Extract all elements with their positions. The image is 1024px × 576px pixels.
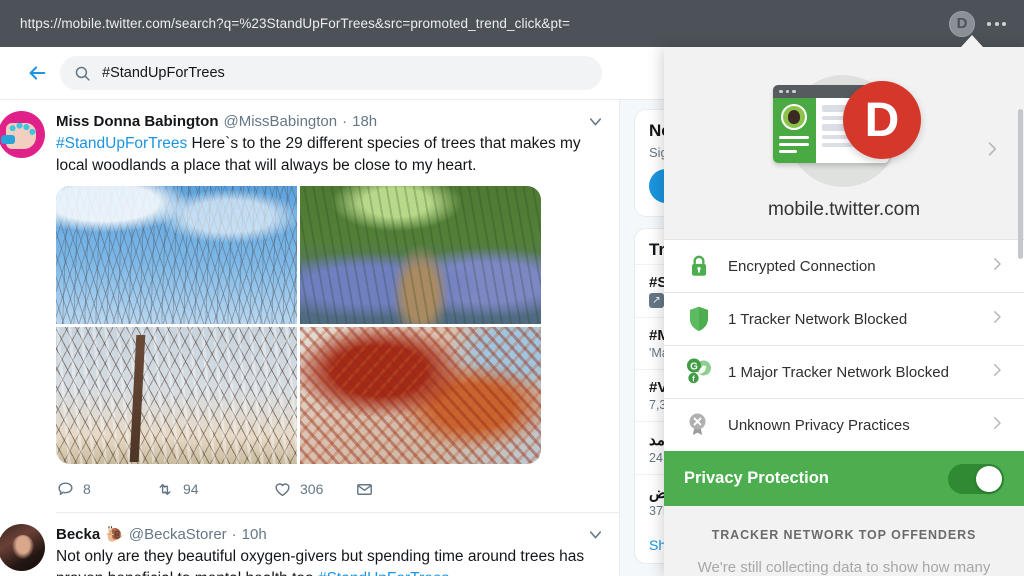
tweet-timestamp[interactable]: 18h bbox=[352, 111, 377, 132]
row-tracker-networks-blocked[interactable]: 1 Tracker Network Blocked bbox=[664, 292, 1024, 345]
author-handle[interactable]: @MissBabington bbox=[224, 111, 338, 132]
grey-award-x-icon bbox=[684, 410, 714, 440]
major-tracker-networks-icon: G f bbox=[684, 357, 714, 387]
search-input[interactable]: #StandUpForTrees bbox=[60, 56, 602, 90]
row-major-tracker-networks-blocked[interactable]: G f 1 Major Tracker Network Blocked bbox=[664, 345, 1024, 398]
heart-icon bbox=[275, 482, 290, 496]
dax-logo-icon: D bbox=[843, 81, 921, 159]
chevron-down-icon[interactable] bbox=[586, 112, 605, 136]
retweet-button[interactable]: 94 bbox=[155, 480, 273, 499]
avatar[interactable] bbox=[0, 111, 45, 158]
tweet-hashtag[interactable]: #StandUpForTrees bbox=[56, 135, 187, 152]
tweet-author-row: Becka 🐌 @BeckaStorer · 10h bbox=[56, 524, 605, 545]
tweet-header: Becka 🐌 @BeckaStorer · 10h Not only are … bbox=[0, 524, 605, 576]
envelope-icon bbox=[357, 483, 372, 495]
tweet-timestamp[interactable]: 10h bbox=[242, 524, 267, 545]
tweet-hashtag[interactable]: #StandUpForTrees bbox=[318, 570, 449, 576]
row-privacy-practices[interactable]: Unknown Privacy Practices bbox=[664, 398, 1024, 451]
tweet-body: Becka 🐌 @BeckaStorer · 10h Not only are … bbox=[56, 524, 605, 576]
tweet-body: Miss Donna Babington @MissBabington · 18… bbox=[56, 111, 605, 504]
privacy-protection-label: Privacy Protection bbox=[684, 469, 829, 487]
promoted-arrow-icon: ↗ bbox=[649, 293, 664, 308]
chevron-right-icon[interactable] bbox=[982, 139, 1002, 164]
privacy-illustration: D bbox=[759, 69, 929, 187]
privacy-protection-toggle[interactable] bbox=[948, 463, 1004, 494]
author-display-name[interactable]: Miss Donna Babington bbox=[56, 111, 219, 132]
svg-text:G: G bbox=[690, 361, 698, 372]
tweet-photo-grid[interactable] bbox=[56, 186, 541, 464]
tweet-item[interactable]: Miss Donna Babington @MissBabington · 18… bbox=[0, 100, 619, 513]
tweet-actions: 8 94 306 bbox=[56, 474, 605, 504]
popover-scrollbar[interactable] bbox=[1018, 109, 1023, 259]
share-button[interactable] bbox=[355, 480, 374, 499]
separator-dot: · bbox=[231, 526, 237, 543]
retweet-icon bbox=[159, 483, 171, 495]
tweet-feed: Miss Donna Babington @MissBabington · 18… bbox=[0, 100, 620, 576]
author-display-name[interactable]: Becka bbox=[56, 524, 100, 545]
green-shield-icon bbox=[684, 304, 714, 334]
author-emoji: 🐌 bbox=[105, 526, 124, 543]
avatar[interactable] bbox=[0, 524, 45, 571]
search-input-value: #StandUpForTrees bbox=[102, 65, 225, 81]
chevron-right-icon[interactable] bbox=[988, 361, 1006, 384]
address-bar-url: https://mobile.twitter.com/search?q=%23S… bbox=[20, 16, 570, 31]
toolbar-actions: D bbox=[949, 10, 1024, 37]
row-encrypted-connection[interactable]: Encrypted Connection bbox=[664, 239, 1024, 292]
row-label: 1 Tracker Network Blocked bbox=[728, 310, 908, 328]
popover-hostname: mobile.twitter.com bbox=[767, 199, 921, 220]
row-label: 1 Major Tracker Network Blocked bbox=[728, 363, 949, 381]
browser-toolbar: https://mobile.twitter.com/search?q=%23S… bbox=[0, 0, 1024, 47]
tweet-item[interactable]: Becka 🐌 @BeckaStorer · 10h Not only are … bbox=[0, 513, 619, 576]
tweet-photo-1[interactable] bbox=[56, 186, 297, 324]
chevron-right-icon[interactable] bbox=[988, 255, 1006, 278]
chevron-down-icon[interactable] bbox=[586, 525, 605, 549]
svg-text:f: f bbox=[692, 374, 695, 383]
tweet-text: #StandUpForTrees Here`s to the 29 differ… bbox=[56, 133, 605, 177]
like-button[interactable]: 306 bbox=[273, 480, 355, 499]
privacy-items-list: Encrypted Connection 1 Tracker Network B… bbox=[664, 239, 1024, 451]
toggle-knob bbox=[976, 465, 1002, 492]
avatar-illustration bbox=[781, 104, 807, 130]
comment-icon bbox=[58, 481, 73, 495]
popover-pointer bbox=[961, 35, 983, 47]
popover-hero[interactable]: D mobile.twitter.com bbox=[664, 47, 1024, 239]
back-arrow-icon[interactable] bbox=[14, 62, 60, 84]
row-label: Unknown Privacy Practices bbox=[728, 416, 910, 434]
tweet-photo-3[interactable] bbox=[56, 326, 297, 464]
like-count: 306 bbox=[300, 481, 324, 497]
screen: https://mobile.twitter.com/search?q=%23S… bbox=[0, 0, 1024, 576]
search-icon bbox=[75, 66, 90, 81]
tweet-author-row: Miss Donna Babington @MissBabington · 18… bbox=[56, 111, 605, 132]
chevron-right-icon[interactable] bbox=[988, 414, 1006, 437]
reply-button[interactable]: 8 bbox=[56, 480, 155, 499]
tweet-text: Not only are they beautiful oxygen-giver… bbox=[56, 546, 605, 576]
tweet-photo-2[interactable] bbox=[300, 186, 541, 324]
address-bar[interactable]: https://mobile.twitter.com/search?q=%23S… bbox=[0, 0, 949, 47]
row-label: Encrypted Connection bbox=[728, 257, 876, 275]
privacy-protection-bar: Privacy Protection bbox=[664, 451, 1024, 506]
tweet-header: Miss Donna Babington @MissBabington · 18… bbox=[0, 111, 605, 504]
duckduckgo-privacy-badge[interactable]: D bbox=[949, 10, 975, 37]
separator-dot: · bbox=[342, 113, 348, 130]
tracker-offenders-section: TRACKER NETWORK TOP OFFENDERS We're stil… bbox=[664, 506, 1024, 576]
tweet-photo-4[interactable] bbox=[300, 326, 541, 464]
green-padlock-icon bbox=[684, 251, 714, 281]
offenders-title: TRACKER NETWORK TOP OFFENDERS bbox=[711, 528, 977, 542]
retweet-count: 94 bbox=[183, 481, 199, 497]
reply-count: 8 bbox=[83, 481, 91, 497]
profile-pane bbox=[773, 98, 816, 163]
offenders-body: We're still collecting data to show how … bbox=[697, 559, 991, 576]
chevron-right-icon[interactable] bbox=[988, 308, 1006, 331]
kebab-menu-icon[interactable] bbox=[981, 14, 1012, 34]
privacy-dashboard-popover: D mobile.twitter.com Encrypted Connectio… bbox=[664, 47, 1024, 576]
author-handle[interactable]: @BeckaStorer bbox=[129, 524, 227, 545]
